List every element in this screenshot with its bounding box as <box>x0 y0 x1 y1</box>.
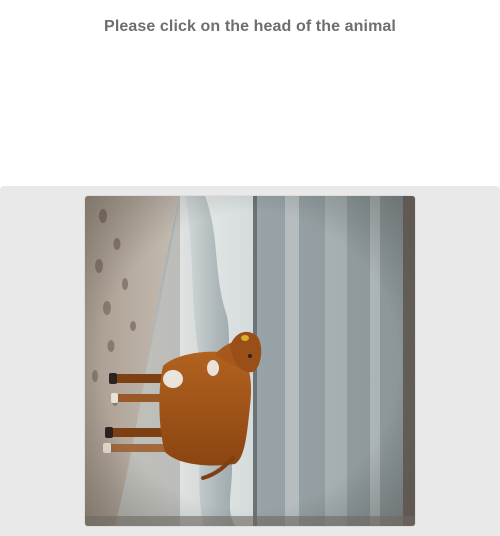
captcha-instruction: Please click on the head of the animal <box>104 18 396 35</box>
captcha-image[interactable] <box>85 196 415 526</box>
captcha-stage <box>0 186 500 536</box>
captcha-page: Please click on the head of the animal <box>0 0 500 536</box>
